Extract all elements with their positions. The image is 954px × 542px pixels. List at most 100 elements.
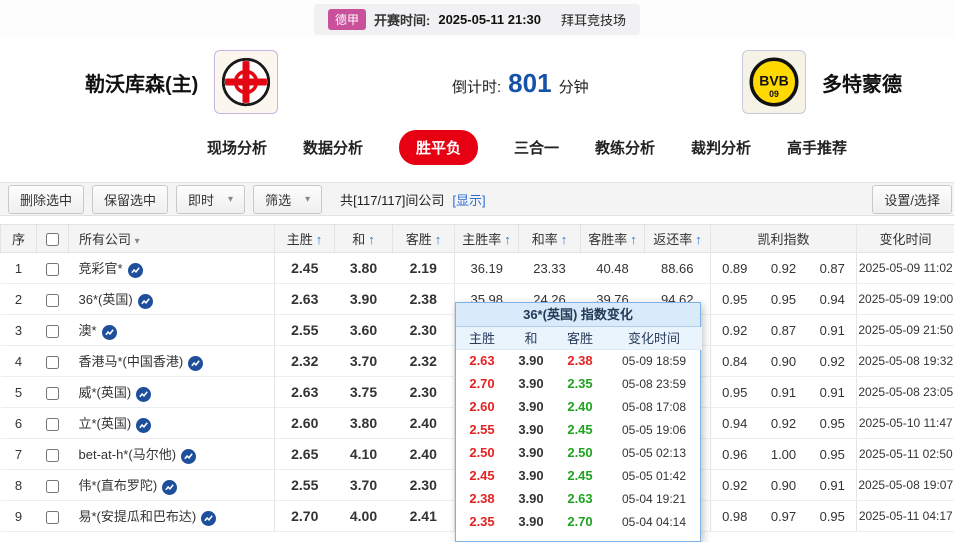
trend-chart-icon[interactable] <box>136 418 151 433</box>
away-odds: 2.41 <box>393 501 455 532</box>
delete-selected-button[interactable]: 删除选中 <box>8 185 84 214</box>
popup-home-odds: 2.55 <box>456 418 508 441</box>
kelly-draw: 0.90 <box>759 346 809 377</box>
match-info-box: 德甲 开赛时间: 2025-05-11 21:30 拜耳竞技场 <box>314 4 640 35</box>
popup-change-time: 05-04 19:21 <box>606 487 702 510</box>
tab-数据分析[interactable]: 数据分析 <box>303 137 363 158</box>
away-odds: 2.38 <box>393 284 455 315</box>
sort-asc-icon[interactable]: ↑ <box>316 232 323 247</box>
col-header-away-rate[interactable]: 客胜率↑ <box>581 225 645 253</box>
popup-home-odds: 2.45 <box>456 464 508 487</box>
draw-odds: 3.70 <box>335 470 393 501</box>
filter-caret-icon[interactable]: ▾ <box>135 236 140 247</box>
tab-三合一[interactable]: 三合一 <box>514 137 559 158</box>
sort-asc-icon[interactable]: ↑ <box>504 232 511 247</box>
col-header-draw[interactable]: 和↑ <box>335 225 393 253</box>
trend-chart-icon[interactable] <box>136 387 151 402</box>
company-name[interactable]: 香港马*(中国香港) <box>79 354 184 369</box>
row-checkbox[interactable] <box>46 511 59 524</box>
col-header-away[interactable]: 客胜↑ <box>393 225 455 253</box>
col-header-return-rate[interactable]: 返还率↑ <box>645 225 711 253</box>
trend-chart-icon[interactable] <box>188 356 203 371</box>
trend-chart-icon[interactable] <box>201 511 216 526</box>
settings-select-button[interactable]: 设置/选择 <box>872 185 952 214</box>
kelly-draw: 0.95 <box>759 284 809 315</box>
company-name[interactable]: 易*(安提瓜和巴布达) <box>79 509 197 524</box>
col-header-home-rate[interactable]: 主胜率↑ <box>455 225 519 253</box>
row-checkbox[interactable] <box>46 356 59 369</box>
select-all-checkbox[interactable] <box>46 233 59 246</box>
kelly-home: 0.92 <box>711 470 759 501</box>
trend-chart-icon[interactable] <box>138 294 153 309</box>
popup-table: 主胜和客胜变化时间 2.633.902.3805-09 18:592.703.9… <box>456 327 702 533</box>
countdown-label: 倒计时: <box>452 76 501 97</box>
draw-odds: 4.10 <box>335 439 393 470</box>
trend-chart-icon[interactable] <box>162 480 177 495</box>
return-rate: 88.66 <box>645 253 711 284</box>
toolbar: 删除选中 保留选中 即时 ▾ 筛选 ▾ 共[117/117]间公司 [显示] 设… <box>0 182 954 216</box>
row-checkbox[interactable] <box>46 449 59 462</box>
draw-odds: 3.75 <box>335 377 393 408</box>
home-odds: 2.32 <box>275 346 335 377</box>
col-header-home[interactable]: 主胜↑ <box>275 225 335 253</box>
away-odds: 2.30 <box>393 470 455 501</box>
col-header-company[interactable]: 所有公司 ▾ <box>69 225 275 253</box>
popup-row: 2.703.902.3505-08 23:59 <box>456 372 702 395</box>
row-checkbox[interactable] <box>46 263 59 276</box>
row-checkbox[interactable] <box>46 325 59 338</box>
tab-高手推荐[interactable]: 高手推荐 <box>787 137 847 158</box>
col-header-change-time: 变化时间 <box>857 225 954 253</box>
tab-教练分析[interactable]: 教练分析 <box>595 137 655 158</box>
kelly-draw: 0.90 <box>759 470 809 501</box>
draw-odds: 3.90 <box>335 284 393 315</box>
trend-chart-icon[interactable] <box>181 449 196 464</box>
kelly-draw: 0.87 <box>759 315 809 346</box>
row-index: 1 <box>1 253 37 284</box>
popup-away-odds: 2.38 <box>554 349 606 372</box>
popup-row: 2.553.902.4505-05 19:06 <box>456 418 702 441</box>
league-badge: 德甲 <box>328 9 366 30</box>
company-name[interactable]: 威*(英国) <box>79 385 132 400</box>
row-checkbox[interactable] <box>46 480 59 493</box>
trend-chart-icon[interactable] <box>102 325 117 340</box>
show-link[interactable]: [显示] <box>452 190 485 209</box>
countdown-value: 801 <box>508 68 551 99</box>
kelly-home: 0.96 <box>711 439 759 470</box>
tab-裁判分析[interactable]: 裁判分析 <box>691 137 751 158</box>
away-odds: 2.19 <box>393 253 455 284</box>
sort-asc-icon[interactable]: ↑ <box>561 232 568 247</box>
sort-asc-icon[interactable]: ↑ <box>435 232 442 247</box>
popup-away-odds: 2.50 <box>554 441 606 464</box>
tab-胜平负[interactable]: 胜平负 <box>399 130 478 165</box>
home-odds: 2.45 <box>275 253 335 284</box>
row-index: 9 <box>1 501 37 532</box>
company-name[interactable]: 立*(英国) <box>79 416 132 431</box>
company-name[interactable]: bet-at-h*(马尔他) <box>79 447 177 462</box>
keep-selected-button[interactable]: 保留选中 <box>92 185 168 214</box>
company-name[interactable]: 竞彩官* <box>79 261 123 276</box>
kickoff-time-label: 开赛时间: <box>374 10 430 29</box>
company-name[interactable]: 伟*(直布罗陀) <box>79 478 158 493</box>
row-checkbox[interactable] <box>46 294 59 307</box>
tab-现场分析[interactable]: 现场分析 <box>207 137 267 158</box>
instant-dropdown[interactable]: 即时 ▾ <box>176 185 245 214</box>
row-index: 6 <box>1 408 37 439</box>
kelly-away: 0.91 <box>809 377 857 408</box>
away-odds: 2.32 <box>393 346 455 377</box>
sort-asc-icon[interactable]: ↑ <box>630 232 637 247</box>
row-checkbox[interactable] <box>46 387 59 400</box>
col-header-draw-rate[interactable]: 和率↑ <box>519 225 581 253</box>
company-name[interactable]: 澳* <box>79 323 97 338</box>
popup-draw-odds: 3.90 <box>508 487 554 510</box>
company-name[interactable]: 36*(英国) <box>79 292 133 307</box>
home-rate: 36.19 <box>455 253 519 284</box>
filter-dropdown[interactable]: 筛选 ▾ <box>253 185 322 214</box>
row-checkbox[interactable] <box>46 418 59 431</box>
sort-asc-icon[interactable]: ↑ <box>368 232 375 247</box>
popup-away-odds: 2.35 <box>554 372 606 395</box>
countdown-unit: 分钟 <box>559 76 589 97</box>
trend-chart-icon[interactable] <box>128 263 143 278</box>
company-count-text: 共[117/117]间公司 <box>340 190 444 209</box>
sort-asc-icon[interactable]: ↑ <box>695 232 702 247</box>
change-time: 2025-05-08 19:32 <box>857 346 954 377</box>
